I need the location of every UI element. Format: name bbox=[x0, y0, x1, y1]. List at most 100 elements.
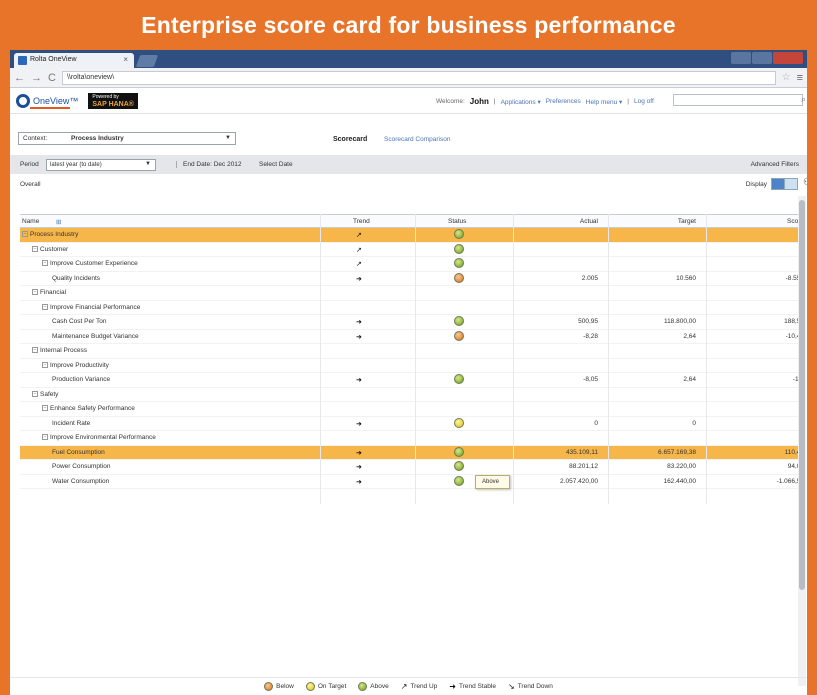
minimize-button[interactable] bbox=[731, 52, 751, 64]
table-row[interactable]: Power Consumption ➜ 88.201,12 83.220,00 94,0… bbox=[20, 460, 806, 475]
url-input[interactable]: \\rolta\oneview\ bbox=[61, 70, 776, 85]
table-row[interactable]: −Process Industry↗0 bbox=[20, 228, 806, 243]
expand-toggle-icon[interactable]: − bbox=[32, 289, 38, 296]
logo-underline bbox=[30, 107, 70, 109]
status-above-icon[interactable] bbox=[454, 243, 464, 254]
select-date-link[interactable]: Select Date bbox=[259, 161, 293, 168]
table-row[interactable]: − Improve Financial Performance bbox=[20, 301, 806, 315]
user-icon[interactable]: ⚇ bbox=[803, 177, 807, 188]
table-body: −Process Industry↗0−Customer↗0−Improve C… bbox=[20, 228, 806, 489]
user-name: John bbox=[469, 97, 489, 106]
row-name-cell: Production Variance bbox=[52, 376, 110, 383]
header-trend[interactable]: Trend bbox=[353, 218, 370, 225]
expand-toggle-icon[interactable]: − bbox=[42, 405, 48, 412]
legend-item: ➜ Trend Stable bbox=[449, 682, 496, 691]
browser-tab[interactable]: Rolta OneView × bbox=[14, 53, 134, 68]
header-name[interactable]: Name bbox=[22, 218, 39, 225]
back-button[interactable]: ← bbox=[14, 72, 25, 84]
trend-icon: ↗ bbox=[356, 246, 362, 254]
tab-scorecard[interactable]: Scorecard bbox=[333, 136, 367, 143]
reload-button[interactable]: C bbox=[48, 72, 56, 84]
period-select[interactable]: latest year (to date) ▼ bbox=[46, 159, 156, 171]
grid-view-button[interactable] bbox=[771, 178, 785, 190]
status-above-icon[interactable] bbox=[454, 461, 464, 471]
table-row[interactable]: − Enhance Safety Performance bbox=[20, 402, 806, 417]
header-actual[interactable]: Actual bbox=[580, 218, 598, 225]
status-above-icon bbox=[358, 682, 368, 691]
status-above-icon[interactable] bbox=[454, 446, 464, 457]
table-row[interactable]: −Customer↗0 bbox=[20, 243, 806, 257]
table-row[interactable]: Incident Rate➜000 bbox=[20, 417, 806, 431]
header-target[interactable]: Target bbox=[678, 218, 696, 225]
status-ontarget-icon[interactable] bbox=[454, 417, 464, 428]
expand-toggle-icon[interactable]: − bbox=[32, 245, 38, 252]
oneview-logo: OneView™ bbox=[16, 93, 79, 108]
list-view-button[interactable] bbox=[784, 178, 798, 190]
table-row[interactable]: − Financial bbox=[20, 286, 806, 301]
trend-icon: ➜ bbox=[356, 377, 362, 384]
logo-text: OneView™ bbox=[33, 95, 79, 106]
legend-label: Trend Up bbox=[410, 683, 438, 690]
expand-toggle-icon[interactable]: − bbox=[42, 361, 48, 368]
browser-menu-icon[interactable]: ≡ bbox=[797, 72, 803, 84]
log-off-link[interactable]: Log off bbox=[634, 98, 654, 105]
bookmark-star-icon[interactable]: ☆ bbox=[782, 72, 791, 83]
status-above-icon[interactable] bbox=[454, 374, 464, 384]
search-icon[interactable]: ⌕ bbox=[801, 94, 806, 105]
legend-label: Above bbox=[370, 683, 389, 690]
header-status[interactable]: Status bbox=[448, 218, 466, 225]
table-row[interactable]: Maintenance Budget Variance ➜ -8,28 2,64 -10… bbox=[20, 330, 806, 344]
table-row[interactable]: − Safety bbox=[20, 388, 806, 402]
help-menu[interactable]: Help menu ▾ bbox=[586, 98, 623, 106]
forward-button[interactable]: → bbox=[31, 72, 42, 84]
table-row[interactable]: − Improve Productivity bbox=[20, 359, 806, 373]
tab-strip: Rolta OneView × bbox=[10, 50, 807, 68]
new-tab-button[interactable] bbox=[135, 55, 159, 67]
table-row[interactable]: Cash Cost Per Ton ➜ 500,95 118.800,00 188,58 bbox=[20, 315, 806, 330]
advanced-filters-link[interactable]: Advanced Filters bbox=[751, 161, 799, 168]
scrollbar-thumb[interactable] bbox=[799, 200, 805, 590]
expand-toggle-icon[interactable]: − bbox=[42, 434, 48, 441]
status-cell bbox=[454, 417, 464, 430]
actual-cell: 435.109,11 bbox=[565, 448, 598, 456]
column-chooser-icon[interactable]: ⊞ bbox=[56, 218, 61, 226]
browser-window: Rolta OneView × ← → C \\rolta\oneview\ ☆… bbox=[10, 50, 807, 695]
row-name-cell: − Improve Customer Experience bbox=[42, 260, 138, 267]
table-row[interactable]: − Internal Process bbox=[20, 344, 806, 359]
status-above-icon[interactable] bbox=[454, 316, 464, 326]
context-select[interactable]: Context: Process Industry ▼ bbox=[18, 132, 236, 145]
welcome-label: Welcome: bbox=[436, 98, 465, 105]
close-tab-icon[interactable]: × bbox=[123, 55, 128, 64]
expand-toggle-icon[interactable]: − bbox=[22, 231, 28, 238]
expand-toggle-icon[interactable]: − bbox=[42, 303, 48, 310]
table-header: Name ⊞ Trend Status Actual Target Score bbox=[20, 214, 806, 228]
scorecard-table: Name ⊞ Trend Status Actual Target Score … bbox=[20, 214, 806, 504]
table-row[interactable]: −Improve Customer Experience↗0 bbox=[20, 257, 806, 272]
tab-scorecard-comparison[interactable]: Scorecard Comparison bbox=[384, 136, 450, 143]
status-above-icon[interactable] bbox=[454, 229, 464, 239]
close-window-button[interactable] bbox=[773, 52, 803, 64]
preferences-link[interactable]: Preferences bbox=[546, 98, 581, 105]
status-above-icon[interactable] bbox=[454, 258, 464, 268]
row-name: Improve Financial Performance bbox=[50, 303, 141, 311]
table-row[interactable]: Quality Incidents ➜ 2.005 10.560 -8.555 bbox=[20, 272, 806, 286]
table-row[interactable]: Water Consumption ➜ 2.057.420,00 162.440,00… bbox=[20, 475, 806, 489]
search-input[interactable]: ⌕ bbox=[673, 94, 806, 106]
status-below-icon[interactable] bbox=[454, 330, 464, 341]
applications-menu[interactable]: Applications ▾ bbox=[501, 98, 541, 106]
table-row[interactable]: Fuel Consumption ➜ 435.109,11 6.657.169,38 1… bbox=[20, 445, 806, 460]
maximize-button[interactable] bbox=[752, 52, 772, 64]
column-divider bbox=[608, 214, 609, 504]
vertical-scrollbar[interactable] bbox=[798, 196, 806, 686]
row-name-cell: Water Consumption bbox=[52, 478, 109, 485]
status-above-icon[interactable] bbox=[454, 475, 464, 486]
separator: | bbox=[493, 98, 496, 105]
trend-arrow-icon: ↗ bbox=[400, 682, 408, 691]
expand-toggle-icon[interactable]: − bbox=[32, 347, 38, 354]
expand-toggle-icon[interactable]: − bbox=[32, 390, 38, 397]
table-row[interactable]: − Improve Environmental Performance bbox=[20, 431, 806, 446]
status-below-icon[interactable] bbox=[454, 272, 464, 283]
row-name: Internal Process bbox=[40, 347, 87, 354]
table-row[interactable]: Production Variance➜-8,052,64-1,6 bbox=[20, 373, 806, 388]
expand-toggle-icon[interactable]: − bbox=[42, 260, 48, 267]
